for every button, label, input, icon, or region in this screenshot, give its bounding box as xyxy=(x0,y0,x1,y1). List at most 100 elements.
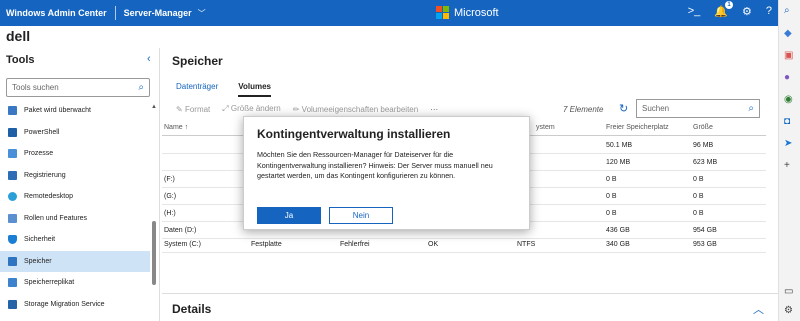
tool-item-roles-features[interactable]: Rollen und Features xyxy=(0,208,150,230)
tool-item-storage-migration[interactable]: Storage Migration Service xyxy=(0,294,150,316)
tool-item-label: Registrierung xyxy=(24,171,66,179)
settings-icon[interactable]: ⚙ xyxy=(784,305,793,316)
chevron-down-icon[interactable]: ﹀ xyxy=(198,8,206,19)
resize-label: Größe ändern xyxy=(230,104,281,113)
registry-icon xyxy=(8,170,17,180)
storage-icon xyxy=(8,256,17,266)
details-title: Details xyxy=(172,302,212,316)
tool-item-storage[interactable]: Speicher xyxy=(0,250,150,272)
brush-icon: ✎ xyxy=(176,104,183,114)
tool-item-storage-replica[interactable]: Speicherreplikat xyxy=(0,272,150,294)
tools-search-input[interactable]: Tools suchen ⌕ xyxy=(6,78,150,97)
cell-size: 0 B xyxy=(693,193,704,200)
tab-volumes[interactable]: Volumes xyxy=(238,82,271,97)
cell-size: 0 B xyxy=(693,210,704,217)
send-icon[interactable]: ➤ xyxy=(784,138,792,149)
refresh-icon[interactable]: ↻ xyxy=(619,102,628,115)
item-count: 7 Elemente xyxy=(563,105,604,114)
page-title: Speicher xyxy=(172,54,223,68)
chevron-up-icon[interactable]: ︿ xyxy=(753,301,764,317)
cell-name: Daten (D:) xyxy=(164,227,197,234)
cell-filesystem: NTFS xyxy=(517,241,536,248)
cell-name: (H:) xyxy=(164,210,176,217)
pencil-icon: ✏ xyxy=(292,104,300,114)
column-size[interactable]: Größe xyxy=(693,124,713,131)
cell-size: 954 GB xyxy=(693,227,717,234)
tools-panel: Tools ‹ Tools suchen ⌕ ▲ Paket wird über… xyxy=(0,48,160,321)
tool-item-processes[interactable]: Prozesse xyxy=(0,143,150,165)
outlook-icon[interactable]: ◘ xyxy=(784,116,790,127)
volume-search-placeholder: Suchen xyxy=(642,104,670,113)
cell-free: 0 B xyxy=(606,193,617,200)
scroll-up-icon[interactable]: ▲ xyxy=(151,104,157,110)
search-icon[interactable]: ⌕ xyxy=(748,103,754,114)
notification-bell-icon[interactable]: 🔔 1 xyxy=(714,1,733,18)
notification-badge: 1 xyxy=(725,1,733,9)
tools-scrollbar[interactable]: ▲ xyxy=(151,104,157,319)
remote-desktop-icon xyxy=(8,192,17,202)
tool-item-security[interactable]: Sicherheit xyxy=(0,229,150,251)
cell-type: Festplatte xyxy=(251,241,282,248)
cell-free: 120 MB xyxy=(606,159,631,166)
more-actions-button[interactable]: ··· xyxy=(430,105,438,114)
process-icon xyxy=(8,149,17,159)
column-filesystem[interactable]: ystem xyxy=(536,124,555,131)
help-icon[interactable]: ? xyxy=(766,5,772,18)
tool-item-label: Rollen und Features xyxy=(24,214,88,222)
tab-bar: Datenträger Volumes xyxy=(176,82,271,97)
dialog-message: Möchten Sie den Ressourcen-Manager für D… xyxy=(257,150,493,180)
shield-icon xyxy=(8,235,17,245)
toolbar: ✎ Format ⤢ Größe ändern ✏ Volumeeigensch… xyxy=(176,104,438,114)
format-button[interactable]: ✎ Format xyxy=(176,105,210,114)
cell-free: 340 GB xyxy=(606,241,630,248)
tool-item-remote-desktop[interactable]: Remotedesktop xyxy=(0,186,150,208)
cell-free: 0 B xyxy=(606,176,617,183)
tag-icon[interactable]: ◆ xyxy=(784,28,792,39)
cell-name: (G:) xyxy=(164,193,177,200)
details-panel: Details ︿ xyxy=(162,293,778,321)
person-icon[interactable]: ● xyxy=(784,72,790,83)
tool-item-label: Sicherheit xyxy=(24,236,56,244)
dialog-title: Kontingentverwaltung installieren xyxy=(257,127,451,141)
tool-item-powershell[interactable]: PowerShell xyxy=(0,122,150,144)
top-bar: Windows Admin Center Server-Manager ﹀ Mi… xyxy=(0,0,778,26)
brand-label: Microsoft xyxy=(454,6,499,19)
tool-item-package-monitor[interactable]: Paket wird überwacht xyxy=(0,100,150,122)
storage-replica-icon xyxy=(8,278,17,288)
migration-icon xyxy=(8,299,17,309)
search-icon[interactable]: ⌕ xyxy=(784,5,790,16)
volume-search-input[interactable]: Suchen ⌕ xyxy=(636,99,760,118)
tool-item-label: Paket wird überwacht xyxy=(24,107,91,115)
app-title[interactable]: Windows Admin Center xyxy=(0,8,107,18)
powershell-icon xyxy=(8,127,17,137)
server-manager-dropdown[interactable]: Server-Manager xyxy=(124,8,192,18)
tools-title: Tools xyxy=(6,54,35,66)
tab-disks[interactable]: Datenträger xyxy=(176,82,218,97)
yes-button[interactable]: Ja xyxy=(257,207,321,224)
tools-list: Paket wird überwacht PowerShell Prozesse… xyxy=(0,100,150,315)
toolbox-icon[interactable]: ▣ xyxy=(784,50,793,61)
table-row[interactable]: System (C:) Festplatte Fehlerfrei OK NTF… xyxy=(162,236,766,253)
tool-item-label: Speicher xyxy=(24,257,52,265)
no-button[interactable]: Nein xyxy=(329,207,393,224)
cell-status: OK xyxy=(428,241,439,248)
collapse-chevron-icon[interactable]: ‹ xyxy=(147,53,151,65)
settings-gear-icon[interactable]: ⚙ xyxy=(742,5,752,18)
cell-size: 0 B xyxy=(693,176,704,183)
microsoft-brand: Microsoft xyxy=(436,6,499,19)
search-icon[interactable]: ⌕ xyxy=(138,82,144,93)
roles-icon xyxy=(8,213,17,223)
games-icon[interactable]: ◉ xyxy=(784,94,793,105)
resize-button[interactable]: ⤢ Größe ändern xyxy=(222,104,280,114)
browser-sidebar: ⌕ ◆ ▣ ● ◉ ◘ ➤ + ▭ ⚙ xyxy=(778,0,800,321)
tool-item-registry[interactable]: Registrierung xyxy=(0,165,150,187)
powershell-icon[interactable]: >_ xyxy=(688,5,701,18)
layout-icon[interactable]: ▭ xyxy=(784,286,793,297)
cell-size: 953 GB xyxy=(693,241,717,248)
column-free-space[interactable]: Freier Speicherplatz xyxy=(606,124,669,131)
column-name[interactable]: Name ↑ xyxy=(164,124,188,131)
add-icon[interactable]: + xyxy=(784,160,790,171)
package-icon xyxy=(8,106,17,116)
edit-properties-button[interactable]: ✏ Volumeeigenschaften bearbeiten xyxy=(293,105,418,114)
scrollbar-thumb[interactable] xyxy=(152,221,156,285)
